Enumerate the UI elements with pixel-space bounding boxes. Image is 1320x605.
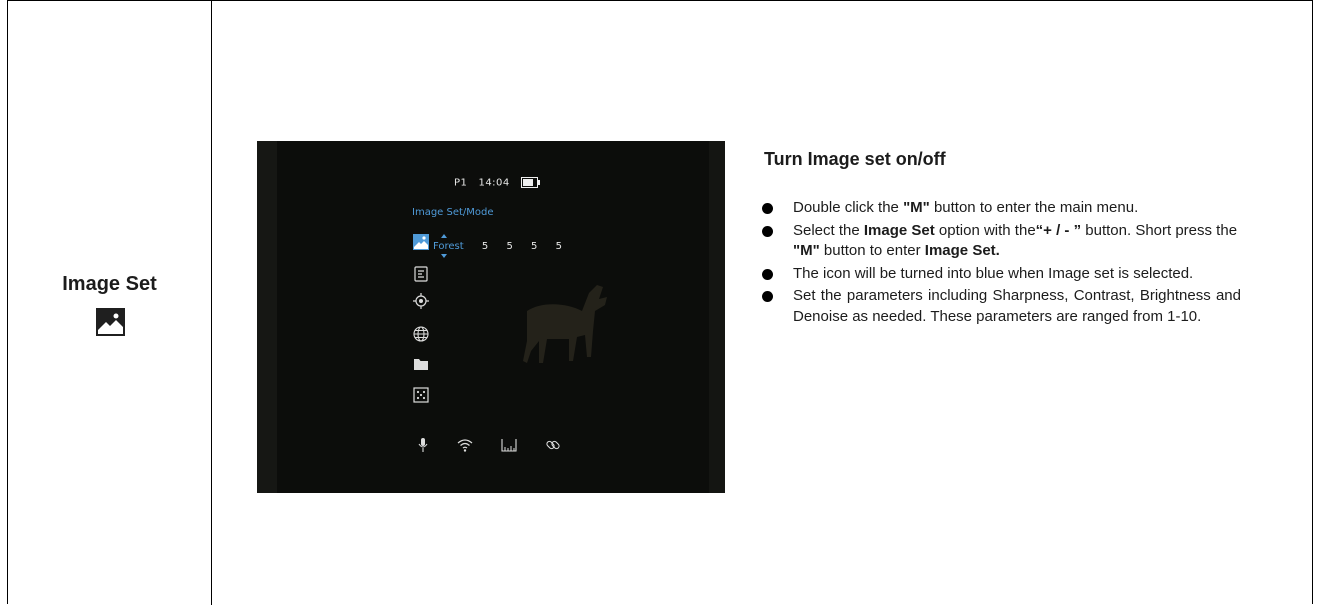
deer-silhouette [523, 285, 607, 363]
screen-edge-right [709, 141, 725, 493]
image-set-icon[interactable] [413, 234, 429, 250]
text: Select the [793, 221, 864, 239]
menu-title: Image Set/Mode [412, 207, 494, 218]
preset-label: P1 [454, 177, 468, 189]
battery-icon [521, 177, 541, 188]
text: option with the [934, 221, 1036, 239]
list-item: Select the Image Set option with the“+ /… [761, 221, 1241, 262]
folder-icon[interactable] [413, 356, 429, 372]
plus-minus-ref: “+ / - ” [1035, 221, 1082, 239]
link-icon[interactable] [545, 437, 561, 453]
m-button-ref: "M" [903, 199, 930, 216]
instruction-list: Double click the "M" button to enter the… [761, 198, 1241, 327]
text: button to enter the main menu. [929, 199, 1139, 216]
microphone-icon[interactable] [415, 437, 431, 453]
param-value: 5 [481, 241, 489, 252]
crosshair-icon[interactable] [413, 293, 429, 309]
reticle-settings-icon[interactable] [413, 266, 429, 282]
row-label: Image Set [62, 273, 157, 295]
text: Double click the [793, 199, 904, 216]
screen-edge-left [257, 141, 277, 493]
device-screen: P1 14:04 Image Set/Mode Forest 5 5 5 5 [257, 141, 725, 493]
option-ref: Image Set. [924, 242, 1000, 259]
list-item: The icon will be turned into blue when I… [761, 264, 1241, 285]
wifi-icon[interactable] [457, 437, 473, 453]
ruler-icon[interactable] [501, 437, 517, 453]
option-ref: Image Set [863, 221, 935, 239]
param-value: 5 [506, 241, 513, 252]
status-bar: P1 14:04 [454, 177, 541, 189]
label-cell: Image Set [8, 1, 211, 605]
m-button-ref: "M" [793, 242, 820, 259]
clock: 14:04 [478, 177, 510, 189]
param-value: 5 [531, 241, 538, 252]
param-value: 5 [555, 241, 562, 252]
globe-icon[interactable] [413, 326, 429, 342]
mode-forest[interactable]: Forest [433, 241, 464, 252]
text: button to enter [819, 242, 925, 259]
column-divider [211, 1, 212, 605]
dice-icon[interactable] [413, 387, 429, 403]
text: button. Short press the [1081, 221, 1238, 239]
section-heading: Turn Image set on/off [764, 149, 946, 169]
list-item: Double click the "M" button to enter the… [761, 198, 1241, 219]
image-set-icon [96, 308, 125, 336]
list-item: Set the parameters including Sharpness, … [761, 286, 1241, 327]
manual-table: Image Set P1 14:04 Image Set/Mode Forest… [7, 0, 1313, 605]
mode-params: Forest 5 5 5 5 [433, 241, 562, 252]
